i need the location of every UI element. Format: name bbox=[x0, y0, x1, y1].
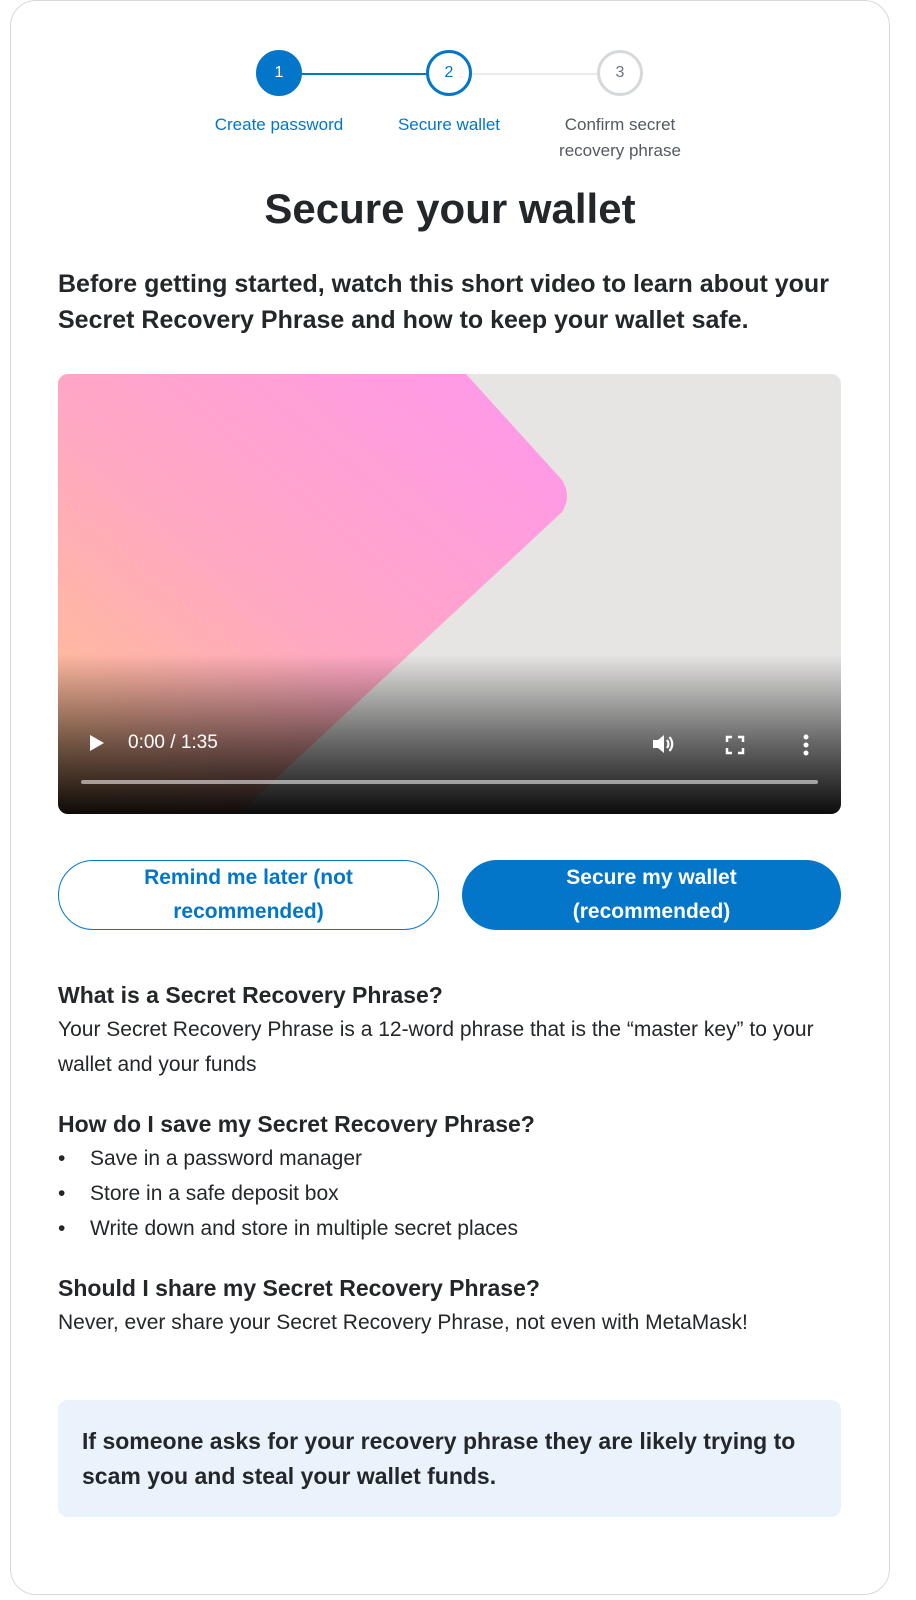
faq-answer-1: Your Secret Recovery Phrase is a 12-word… bbox=[58, 1018, 814, 1076]
step-3-number: 3 bbox=[615, 64, 625, 81]
step-3-label-line2: recovery phrase bbox=[559, 141, 681, 160]
volume-icon[interactable] bbox=[651, 732, 679, 756]
video-player[interactable]: 0:00 / 1:35 bbox=[58, 374, 841, 814]
stepper-line-pending bbox=[471, 73, 599, 75]
stepper-line-completed bbox=[300, 73, 428, 75]
step-3-circle: 3 bbox=[597, 50, 643, 96]
fullscreen-icon[interactable] bbox=[724, 734, 746, 756]
step-3-label-line1: Confirm secret bbox=[564, 115, 676, 134]
step-2-circle: 2 bbox=[426, 50, 472, 96]
progress-stepper: 1 2 3 Create password Secure wallet Conf… bbox=[0, 0, 900, 170]
more-vertical-icon[interactable] bbox=[802, 733, 810, 757]
video-time: 0:00 / 1:35 bbox=[128, 732, 218, 753]
list-item-text: Write down and store in multiple secret … bbox=[90, 1217, 518, 1240]
secure-wallet-button[interactable]: Secure my wallet (recommended) bbox=[462, 860, 841, 930]
remind-later-button[interactable]: Remind me later (not recommended) bbox=[58, 860, 439, 930]
faq-what-is-srp: What is a Secret Recovery Phrase? Your S… bbox=[58, 978, 848, 1082]
bullet-icon: • bbox=[58, 1217, 66, 1240]
bullet-icon: • bbox=[58, 1147, 66, 1170]
step-1-number: 1 bbox=[274, 64, 284, 81]
faq-question-2: How do I save my Secret Recovery Phrase? bbox=[58, 1111, 535, 1137]
faq-answer-3: Never, ever share your Secret Recovery P… bbox=[58, 1311, 748, 1334]
bullet-icon: • bbox=[58, 1182, 66, 1205]
video-progress-bar[interactable] bbox=[81, 780, 818, 784]
save-tips-list: • Save in a password manager • Store in a … bbox=[58, 1141, 848, 1246]
list-item: • Save in a password manager bbox=[58, 1141, 848, 1176]
list-item-text: Store in a safe deposit box bbox=[90, 1182, 339, 1205]
faq-question-1: What is a Secret Recovery Phrase? bbox=[58, 982, 443, 1008]
step-2-number: 2 bbox=[444, 64, 454, 81]
step-3-label: Confirm secret recovery phrase bbox=[535, 112, 705, 164]
faq-question-3: Should I share my Secret Recovery Phrase… bbox=[58, 1275, 540, 1301]
list-item: • Write down and store in multiple secret… bbox=[58, 1211, 848, 1246]
page-title: Secure your wallet bbox=[264, 185, 636, 232]
play-icon[interactable] bbox=[84, 731, 108, 755]
list-item: • Store in a safe deposit box bbox=[58, 1176, 848, 1211]
faq-how-to-save: How do I save my Secret Recovery Phrase?… bbox=[58, 1107, 848, 1246]
intro-text: Before getting started, watch this short… bbox=[58, 270, 829, 334]
step-2-label: Secure wallet bbox=[397, 115, 501, 134]
step-1-circle: 1 bbox=[256, 50, 302, 96]
step-1-label: Create password bbox=[214, 115, 344, 134]
faq-should-share: Should I share my Secret Recovery Phrase… bbox=[58, 1271, 848, 1340]
list-item-text: Save in a password manager bbox=[90, 1147, 362, 1170]
scam-warning-banner: If someone asks for your recovery phrase… bbox=[58, 1400, 841, 1517]
